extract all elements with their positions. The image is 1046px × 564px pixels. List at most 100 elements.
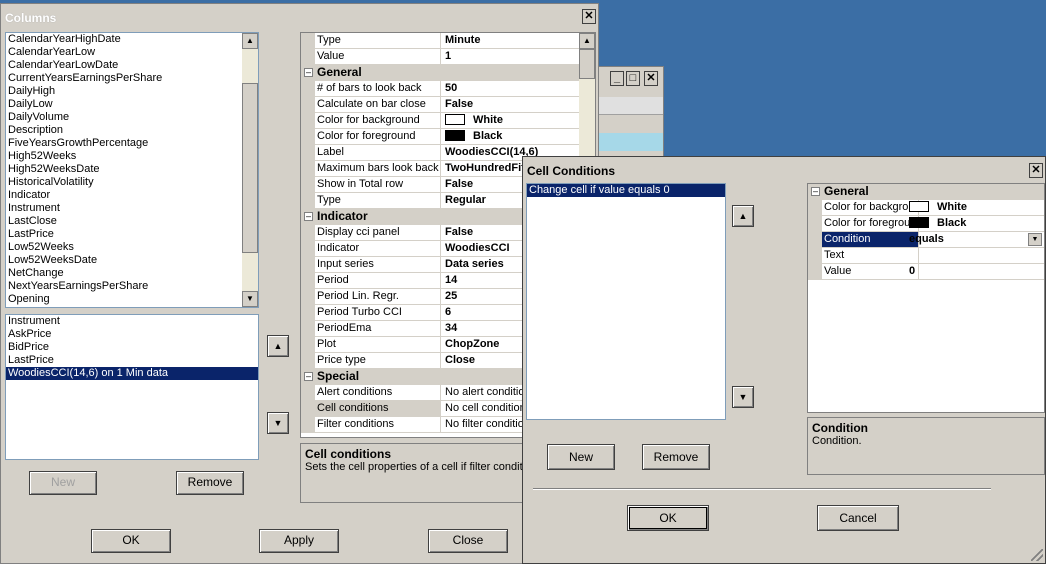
- collapse-icon[interactable]: –: [811, 187, 820, 196]
- category-row[interactable]: – General: [808, 184, 1044, 200]
- list-item[interactable]: CalendarYearHighDate: [6, 33, 258, 46]
- property-name: Label: [315, 145, 441, 160]
- property-row[interactable]: Color for foreground Black: [301, 129, 579, 145]
- property-value[interactable]: 50: [442, 81, 579, 96]
- selected-columns-list[interactable]: Instrument AskPrice BidPrice LastPrice Woodi…: [5, 314, 259, 460]
- available-columns-list[interactable]: CalendarYearHighDate CalendarYearLow Calen…: [5, 32, 259, 308]
- property-name: Color for background: [824, 200, 919, 215]
- row-gutter: [301, 129, 315, 144]
- row-gutter: [301, 145, 315, 160]
- maximize-icon[interactable]: □: [626, 71, 640, 86]
- list-item[interactable]: DailyLow: [6, 98, 258, 111]
- list-item[interactable]: High52Weeks: [6, 150, 258, 163]
- new-column-button[interactable]: New: [29, 471, 97, 495]
- close-button[interactable]: Close: [428, 529, 508, 553]
- list-item[interactable]: Opening: [6, 293, 258, 306]
- remove-column-button[interactable]: Remove: [176, 471, 244, 495]
- conditions-list[interactable]: Change cell if value equals 0: [526, 183, 726, 420]
- property-row[interactable]: Color for background White: [808, 200, 1044, 216]
- remove-condition-button[interactable]: Remove: [642, 444, 710, 470]
- property-value-text: 50: [445, 82, 458, 94]
- scroll-up-icon[interactable]: ▲: [579, 33, 595, 49]
- category-row[interactable]: – General: [301, 65, 579, 81]
- property-value[interactable]: Black: [442, 129, 579, 144]
- condition-up-button[interactable]: ▲: [732, 205, 754, 227]
- minimize-icon[interactable]: _: [610, 71, 624, 86]
- property-row[interactable]: Value 1: [301, 49, 579, 65]
- close-icon[interactable]: ✕: [644, 71, 658, 86]
- list-item[interactable]: Low52Weeks: [6, 241, 258, 254]
- list-item[interactable]: Instrument: [6, 315, 258, 328]
- list-item[interactable]: DailyHigh: [6, 85, 258, 98]
- collapse-icon[interactable]: –: [304, 372, 313, 381]
- list-item[interactable]: CurrentYearsEarningsPerShare: [6, 72, 258, 85]
- collapse-icon[interactable]: –: [304, 68, 313, 77]
- scroll-thumb[interactable]: [242, 83, 258, 253]
- move-up-button[interactable]: ▲: [267, 335, 289, 357]
- property-row[interactable]: Type Minute: [301, 33, 579, 49]
- available-columns-scrollbar[interactable]: ▲ ▼: [242, 33, 258, 307]
- selected-columns-items: Instrument AskPrice BidPrice LastPrice Woodi…: [6, 315, 258, 380]
- list-item[interactable]: LastPrice: [6, 354, 258, 367]
- move-down-button[interactable]: ▼: [267, 412, 289, 434]
- property-value[interactable]: equals ▼: [906, 232, 1044, 247]
- property-value[interactable]: Black: [906, 216, 1044, 231]
- property-value[interactable]: White: [442, 113, 579, 128]
- property-row[interactable]: Text: [808, 248, 1044, 264]
- cell-conditions-dialog: Cell Conditions ✕ Change cell if value e…: [522, 156, 1046, 564]
- ok-button[interactable]: OK: [627, 505, 709, 531]
- list-item[interactable]: Low52WeeksDate: [6, 254, 258, 267]
- property-row[interactable]: Color for background White: [301, 113, 579, 129]
- list-item[interactable]: Instrument: [6, 202, 258, 215]
- property-row[interactable]: Calculate on bar close False: [301, 97, 579, 113]
- list-item[interactable]: High52WeeksDate: [6, 163, 258, 176]
- condition-properties-grid[interactable]: – General Color for background White Color f…: [807, 183, 1045, 413]
- close-icon[interactable]: ✕: [582, 9, 596, 24]
- close-icon[interactable]: ✕: [1029, 163, 1043, 178]
- dropdown-arrow-icon[interactable]: ▼: [1028, 233, 1042, 246]
- list-item[interactable]: HistoricalVolatility: [6, 176, 258, 189]
- property-value[interactable]: 1: [442, 49, 579, 64]
- property-row[interactable]: Color for foreground Black: [808, 216, 1044, 232]
- apply-button[interactable]: Apply: [259, 529, 339, 553]
- property-value[interactable]: Minute: [442, 33, 579, 48]
- list-item[interactable]: Description: [6, 124, 258, 137]
- scroll-up-icon[interactable]: ▲: [242, 33, 258, 49]
- list-item[interactable]: CalendarYearLowDate: [6, 59, 258, 72]
- list-item[interactable]: LastPrice: [6, 228, 258, 241]
- cancel-button[interactable]: Cancel: [817, 505, 899, 531]
- row-gutter: [301, 353, 315, 368]
- list-item[interactable]: AskPrice: [6, 328, 258, 341]
- row-gutter: [301, 97, 315, 112]
- scroll-down-icon[interactable]: ▼: [242, 291, 258, 307]
- property-value[interactable]: White: [906, 200, 1044, 215]
- property-name: Period Lin. Regr.: [315, 289, 441, 304]
- property-value[interactable]: False: [442, 97, 579, 112]
- property-value-text: 1: [445, 50, 452, 62]
- property-value[interactable]: 0: [906, 264, 1044, 279]
- condition-down-button[interactable]: ▼: [732, 386, 754, 408]
- background-window-row-selected[interactable]: [597, 133, 663, 151]
- list-item[interactable]: WoodiesCCI(14,6) on 1 Min data: [6, 367, 258, 380]
- ok-button[interactable]: OK: [91, 529, 171, 553]
- resize-grip-icon[interactable]: [1031, 549, 1043, 561]
- property-row[interactable]: Condition equals ▼: [808, 232, 1044, 248]
- list-item[interactable]: NetChange: [6, 267, 258, 280]
- list-item[interactable]: CalendarYearLow: [6, 46, 258, 59]
- list-item[interactable]: NextYearsEarningsPerShare: [6, 280, 258, 293]
- background-window: _ □ ✕: [596, 66, 664, 164]
- property-value[interactable]: [906, 248, 1044, 263]
- property-name: Display cci panel: [315, 225, 441, 240]
- collapse-icon[interactable]: –: [304, 212, 313, 221]
- list-item[interactable]: FiveYearsGrowthPercentage: [6, 137, 258, 150]
- property-row[interactable]: Value 0: [808, 264, 1044, 280]
- list-item[interactable]: LastClose: [6, 215, 258, 228]
- scroll-thumb[interactable]: [579, 49, 595, 79]
- list-item[interactable]: DailyVolume: [6, 111, 258, 124]
- row-gutter: –: [808, 184, 822, 199]
- list-item[interactable]: Change cell if value equals 0: [527, 184, 725, 197]
- new-condition-button[interactable]: New: [547, 444, 615, 470]
- property-row[interactable]: # of bars to look back 50: [301, 81, 579, 97]
- list-item[interactable]: Indicator: [6, 189, 258, 202]
- list-item[interactable]: BidPrice: [6, 341, 258, 354]
